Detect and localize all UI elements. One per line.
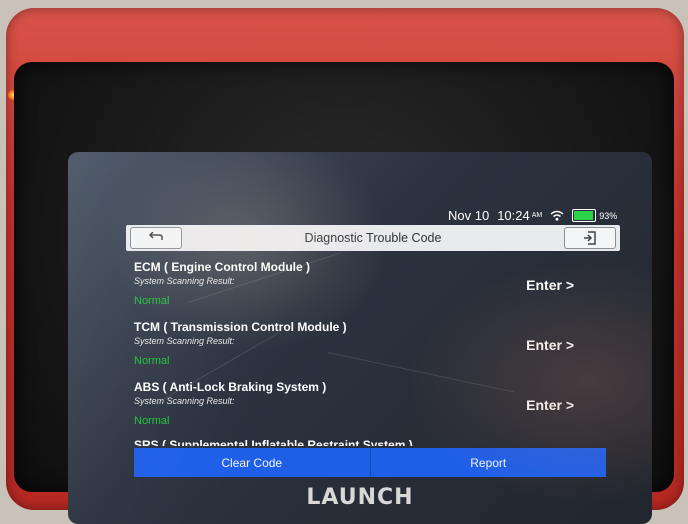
module-item-abs[interactable]: ABS ( Anti-Lock Braking System ) System … [134, 380, 614, 440]
wifi-icon [550, 210, 564, 221]
module-item-tcm[interactable]: TCM ( Transmission Control Module ) Syst… [134, 320, 614, 380]
device-bezel: Nov 10 10:24 AM 93% Diagnostic Trouble C… [14, 62, 674, 524]
module-name: ABS ( Anti-Lock Braking System ) [134, 380, 327, 394]
status-ampm: AM [531, 212, 543, 219]
module-item-ecm[interactable]: ECM ( Engine Control Module ) System Sca… [134, 260, 614, 320]
clear-code-button[interactable]: Clear Code [134, 448, 370, 477]
back-button[interactable] [130, 227, 182, 249]
exit-button[interactable] [564, 227, 616, 249]
battery-icon: 93% [572, 209, 617, 222]
status-bar: Nov 10 10:24 AM 93% [448, 208, 617, 223]
module-item-srs-partial[interactable]: SRS ( Supplemental Inflatable Restraint … [134, 438, 413, 446]
scan-result-value: Normal [134, 415, 170, 427]
title-bar: Diagnostic Trouble Code [126, 225, 620, 251]
module-name: ECM ( Engine Control Module ) [134, 260, 310, 274]
report-button[interactable]: Report [369, 448, 607, 477]
battery-percent: 93% [599, 210, 618, 221]
page-title: Diagnostic Trouble Code [304, 231, 442, 245]
action-bar: Clear Code Report [134, 448, 606, 477]
exit-icon [584, 231, 596, 245]
status-time: 10:24 [497, 208, 530, 223]
brand-logo: LAUNCH [306, 485, 414, 510]
module-list: ECM ( Engine Control Module ) System Sca… [134, 260, 614, 440]
enter-button[interactable]: Enter > [526, 397, 574, 413]
device-screen: Nov 10 10:24 AM 93% Diagnostic Trouble C… [68, 152, 652, 524]
module-name: TCM ( Transmission Control Module ) [134, 320, 347, 334]
back-arrow-icon [148, 232, 163, 240]
status-date: Nov 10 [448, 208, 490, 223]
enter-button[interactable]: Enter > [526, 337, 574, 353]
enter-button[interactable]: Enter > [526, 277, 574, 293]
